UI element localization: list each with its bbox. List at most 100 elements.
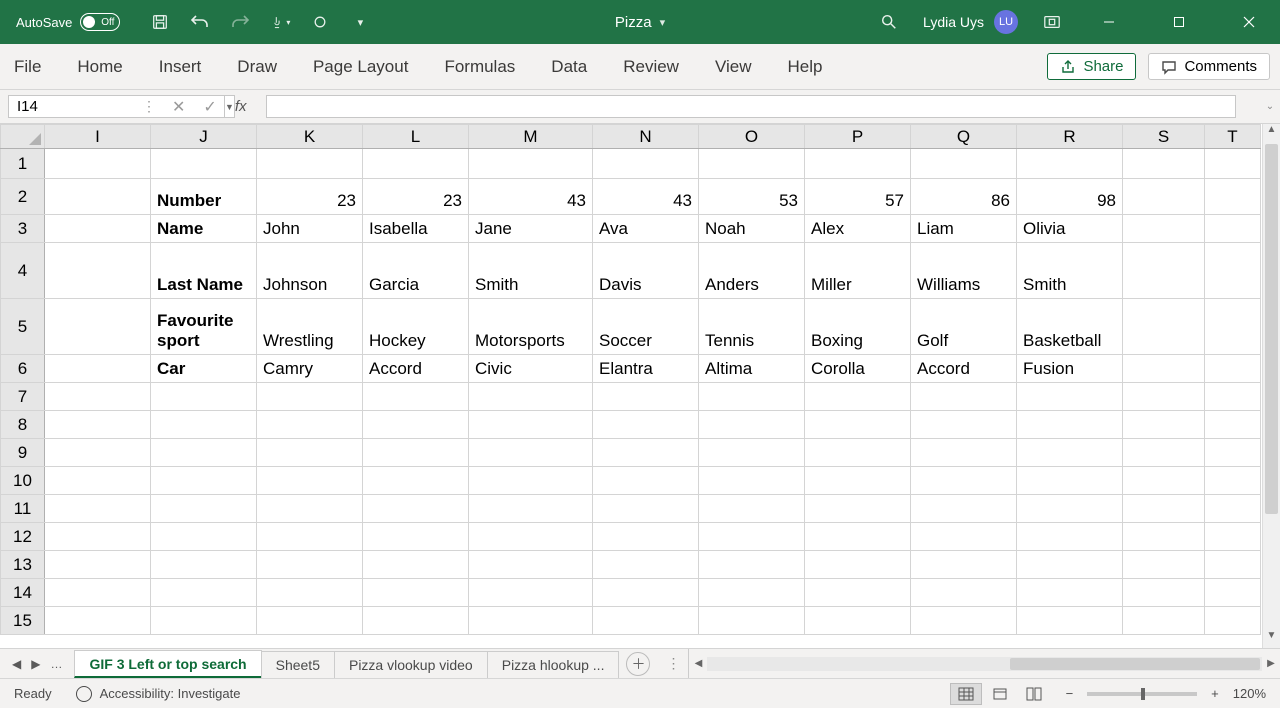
cell[interactable]: Anders <box>699 243 805 299</box>
cell[interactable]: Accord <box>911 355 1017 383</box>
cell[interactable] <box>1205 179 1261 215</box>
cell[interactable] <box>45 383 151 411</box>
formula-input[interactable] <box>266 95 1236 118</box>
cell[interactable] <box>911 383 1017 411</box>
cell[interactable] <box>699 551 805 579</box>
sheet-tab[interactable]: Pizza vlookup video <box>334 651 488 678</box>
cell[interactable] <box>1205 355 1261 383</box>
cell[interactable] <box>911 411 1017 439</box>
cell[interactable] <box>1017 551 1123 579</box>
cell[interactable] <box>45 355 151 383</box>
cell[interactable] <box>911 579 1017 607</box>
cell[interactable]: Camry <box>257 355 363 383</box>
cell[interactable] <box>1205 411 1261 439</box>
cell[interactable] <box>699 439 805 467</box>
cell[interactable]: 23 <box>257 179 363 215</box>
cell[interactable] <box>1123 179 1205 215</box>
row-header[interactable]: 4 <box>1 243 45 299</box>
cell[interactable] <box>151 607 257 635</box>
cell[interactable] <box>45 179 151 215</box>
cell[interactable]: Soccer <box>593 299 699 355</box>
cell[interactable] <box>45 607 151 635</box>
cell[interactable] <box>1123 299 1205 355</box>
cell[interactable] <box>699 579 805 607</box>
cell[interactable]: Smith <box>1017 243 1123 299</box>
cell[interactable] <box>151 439 257 467</box>
cell[interactable] <box>45 579 151 607</box>
cell[interactable]: Davis <box>593 243 699 299</box>
cell[interactable]: Ava <box>593 215 699 243</box>
cell[interactable] <box>363 383 469 411</box>
cell[interactable] <box>593 411 699 439</box>
comments-button[interactable]: Comments <box>1148 53 1270 80</box>
row-header[interactable]: 12 <box>1 523 45 551</box>
cell[interactable] <box>257 495 363 523</box>
cell[interactable] <box>257 149 363 179</box>
cell[interactable]: Tennis <box>699 299 805 355</box>
fx-icon[interactable]: fx <box>235 98 247 115</box>
cell[interactable] <box>1017 579 1123 607</box>
cell[interactable] <box>1017 383 1123 411</box>
cell[interactable] <box>363 149 469 179</box>
enter-icon[interactable]: ✓ <box>203 97 216 117</box>
cell[interactable]: 57 <box>805 179 911 215</box>
cell[interactable] <box>1017 495 1123 523</box>
cell[interactable] <box>593 495 699 523</box>
cell[interactable] <box>469 607 593 635</box>
cell[interactable] <box>699 411 805 439</box>
record-icon[interactable] <box>310 12 330 32</box>
cell[interactable] <box>469 551 593 579</box>
cell[interactable] <box>45 215 151 243</box>
row-header[interactable]: 2 <box>1 179 45 215</box>
cell[interactable] <box>1017 411 1123 439</box>
row-header[interactable]: 13 <box>1 551 45 579</box>
cell[interactable] <box>363 467 469 495</box>
cell[interactable]: Smith <box>469 243 593 299</box>
cell[interactable] <box>257 439 363 467</box>
row-header[interactable]: 14 <box>1 579 45 607</box>
cell[interactable] <box>911 467 1017 495</box>
column-header[interactable]: O <box>699 125 805 149</box>
cell[interactable] <box>469 439 593 467</box>
user-account[interactable]: Lydia Uys LU <box>923 10 1018 34</box>
column-header[interactable]: P <box>805 125 911 149</box>
cell[interactable]: 53 <box>699 179 805 215</box>
cell[interactable] <box>699 383 805 411</box>
ribbon-tab-data[interactable]: Data <box>547 51 591 83</box>
cell[interactable] <box>363 551 469 579</box>
cell[interactable] <box>1017 439 1123 467</box>
cell[interactable] <box>805 467 911 495</box>
cell[interactable] <box>45 299 151 355</box>
cell[interactable]: Motorsports <box>469 299 593 355</box>
cell[interactable] <box>45 467 151 495</box>
cell[interactable] <box>911 551 1017 579</box>
cell[interactable]: Fusion <box>1017 355 1123 383</box>
cell[interactable] <box>45 411 151 439</box>
cell[interactable] <box>45 523 151 551</box>
cell[interactable]: Golf <box>911 299 1017 355</box>
row-header[interactable]: 6 <box>1 355 45 383</box>
column-header[interactable]: K <box>257 125 363 149</box>
cell[interactable] <box>1017 523 1123 551</box>
cell[interactable] <box>1017 607 1123 635</box>
cell[interactable] <box>1205 607 1261 635</box>
cell[interactable]: Last Name <box>151 243 257 299</box>
cell[interactable]: Noah <box>699 215 805 243</box>
cell[interactable]: 43 <box>593 179 699 215</box>
page-break-view-button[interactable] <box>1018 683 1050 705</box>
cell[interactable] <box>469 411 593 439</box>
cell[interactable]: Car <box>151 355 257 383</box>
ribbon-tab-help[interactable]: Help <box>784 51 827 83</box>
cell[interactable] <box>805 551 911 579</box>
zoom-out-button[interactable]: − <box>1066 686 1074 701</box>
cell[interactable] <box>1123 355 1205 383</box>
cell[interactable] <box>1123 551 1205 579</box>
cell[interactable] <box>45 149 151 179</box>
cell[interactable]: John <box>257 215 363 243</box>
cell[interactable]: 86 <box>911 179 1017 215</box>
cell[interactable] <box>1123 411 1205 439</box>
column-header[interactable]: L <box>363 125 469 149</box>
cell[interactable] <box>805 523 911 551</box>
autosave-toggle[interactable]: AutoSave Off <box>4 13 132 31</box>
cell[interactable]: Accord <box>363 355 469 383</box>
